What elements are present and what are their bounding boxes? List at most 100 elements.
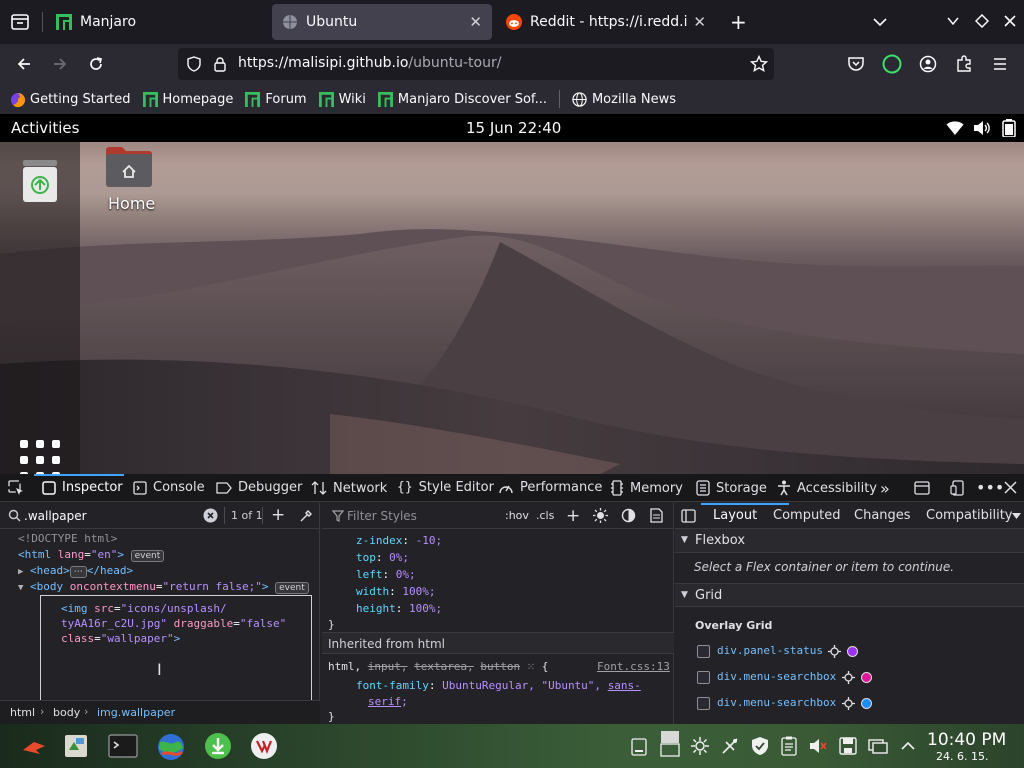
expand-tray-chevron-icon[interactable] — [898, 736, 918, 756]
application-launcher-icon[interactable] — [20, 732, 48, 760]
target-highlight-icon[interactable] — [842, 697, 855, 710]
selected-img-node[interactable]: <img src="icons/unsplash/ tyAA16r_c2U.jp… — [40, 595, 312, 701]
display-tray-icon[interactable] — [660, 730, 680, 760]
muted-speaker-tray-icon[interactable] — [808, 736, 828, 756]
maximize-icon[interactable] — [975, 14, 989, 28]
more-options-icon[interactable]: ••• — [976, 478, 1004, 497]
bookmark-manjaro-discover[interactable]: Manjaro Discover Sof... — [377, 91, 547, 107]
eyedropper-icon[interactable] — [299, 509, 313, 523]
wifi-icon[interactable] — [946, 120, 964, 136]
add-rule-button[interactable]: + — [566, 506, 580, 526]
bookmark-mozilla-news[interactable]: Mozilla News — [572, 92, 676, 107]
css-declaration[interactable]: height: 100%; — [356, 602, 442, 615]
bookmark-wiki[interactable]: Wiki — [318, 91, 366, 107]
close-window-icon[interactable] — [1003, 14, 1017, 28]
software-updater-icon[interactable] — [204, 732, 232, 760]
target-highlight-icon[interactable] — [842, 671, 855, 684]
more-tools-chevron-icon[interactable]: » — [880, 479, 890, 498]
clear-search-icon[interactable] — [203, 508, 218, 523]
body-node[interactable]: ▼ <body oncontextmenu="return false;"> e… — [18, 580, 309, 594]
tab-manjaro[interactable]: Manjaro — [46, 4, 270, 40]
terminal-icon[interactable] — [108, 732, 138, 760]
tabs-dropdown-icon[interactable] — [1012, 513, 1021, 519]
activities-button[interactable]: Activities — [11, 119, 79, 137]
tab-debugger[interactable]: Debugger — [216, 480, 302, 495]
battery-icon[interactable] — [1002, 119, 1016, 137]
flexbox-section-header[interactable]: ▼ Flexbox — [675, 529, 1024, 553]
event-badge[interactable]: event — [130, 550, 165, 562]
tab-layout[interactable]: Layout — [713, 508, 757, 523]
toggle-sidebar-icon[interactable] — [681, 509, 696, 523]
home-folder[interactable] — [104, 144, 156, 188]
bookmark-forum[interactable]: Forum — [245, 91, 307, 107]
dark-theme-icon[interactable] — [621, 508, 636, 523]
html-search-input[interactable]: .wallpaper — [24, 509, 87, 523]
breadcrumb-body[interactable]: body — [53, 706, 80, 719]
taskbar-clock-time[interactable]: 10:40 PM — [927, 730, 1006, 750]
desktop-pager-icon[interactable] — [62, 732, 90, 760]
reload-button[interactable] — [82, 50, 110, 78]
hov-toggle[interactable]: :hov — [505, 509, 529, 522]
inherited-selector[interactable]: html, input, textarea, button ⁙ { — [328, 660, 548, 673]
security-shield-tray-icon[interactable] — [750, 736, 770, 756]
target-highlight-icon[interactable] — [828, 645, 841, 658]
tab-ubuntu[interactable]: Ubuntu ✕ — [272, 4, 492, 40]
tab-compatibility[interactable]: Compatibility — [926, 508, 1013, 523]
event-badge[interactable]: event — [275, 582, 309, 594]
back-button[interactable] — [10, 50, 38, 78]
collapsed-ellipsis-icon[interactable]: ⋯ — [69, 566, 87, 578]
tab-inspector[interactable]: Inspector — [42, 480, 123, 495]
save-disk-tray-icon[interactable] — [838, 736, 858, 756]
breadcrumb-html[interactable]: html — [10, 706, 35, 719]
css-declaration[interactable]: font-family: UbuntuRegular, "Ubuntu", sa… — [356, 679, 641, 692]
taskbar-clock-date[interactable]: 24. 6. 15. — [936, 750, 988, 763]
tab-computed[interactable]: Computed — [773, 508, 841, 523]
close-devtools-icon[interactable] — [1004, 481, 1017, 494]
forward-button[interactable] — [46, 50, 74, 78]
css-declaration[interactable]: width: 100%; — [356, 585, 436, 598]
grid-checkbox[interactable] — [697, 671, 710, 684]
trash-icon[interactable] — [20, 158, 60, 204]
bookmark-star-icon[interactable] — [750, 55, 768, 73]
doctype-line[interactable]: <!DOCTYPE html> — [18, 532, 117, 545]
url-text[interactable]: https://malisipi.github.io/ubuntu-tour/ — [238, 55, 501, 71]
tab-network[interactable]: Network — [311, 480, 387, 496]
stylesheet-source-link[interactable]: Font.css:13 — [597, 660, 670, 673]
tracking-shield-icon[interactable] — [186, 56, 202, 72]
clipboard-notes-tray-icon[interactable] — [780, 736, 800, 756]
kde-connect-tray-icon[interactable] — [720, 736, 740, 756]
ubuntu-clock[interactable]: 15 Jun 22:40 — [466, 119, 561, 137]
css-declaration[interactable]: z-index: -10; — [356, 534, 442, 547]
volume-icon[interactable] — [973, 120, 991, 136]
element-picker-icon[interactable] — [8, 480, 24, 496]
pocket-icon[interactable] — [842, 50, 870, 78]
tab-memory[interactable]: Memory — [610, 480, 683, 496]
tab-performance[interactable]: Performance — [498, 480, 602, 495]
extensions-puzzle-icon[interactable] — [950, 50, 978, 78]
close-tab-icon[interactable]: ✕ — [469, 13, 482, 31]
html-node[interactable]: <html lang="en"> event — [18, 548, 165, 562]
gear-network-tray-icon[interactable] — [690, 736, 710, 756]
show-apps-grid-icon[interactable] — [20, 440, 60, 474]
css-declaration[interactable]: left: 0%; — [356, 568, 416, 581]
head-node[interactable]: ▶ <head> ⋯ </head> — [18, 564, 133, 578]
cls-toggle[interactable]: .cls — [536, 509, 554, 522]
new-tab-button[interactable]: + — [730, 12, 747, 32]
tab-console[interactable]: Console — [133, 480, 205, 495]
light-theme-sun-icon[interactable] — [593, 508, 608, 523]
grid-section-header[interactable]: ▼ Grid — [675, 583, 1024, 607]
tab-changes[interactable]: Changes — [854, 508, 911, 523]
add-node-button[interactable]: + — [271, 507, 285, 524]
clipboard-tray-icon[interactable] — [630, 736, 650, 756]
minimize-icon[interactable] — [946, 14, 960, 28]
grid-color-swatch[interactable] — [861, 698, 872, 709]
account-icon[interactable] — [914, 50, 942, 78]
grid-checkbox[interactable] — [697, 697, 710, 710]
dock-side-icon[interactable] — [914, 480, 930, 496]
list-all-tabs-icon[interactable] — [872, 14, 888, 30]
tab-style-editor[interactable]: {} Style Editor — [397, 480, 494, 495]
tab-reddit[interactable]: Reddit - https://i.redd.it/xi ✕ — [496, 4, 716, 40]
grid-color-swatch[interactable] — [847, 646, 858, 657]
grid-color-swatch[interactable] — [861, 672, 872, 683]
tab-storage[interactable]: Storage — [696, 480, 767, 496]
